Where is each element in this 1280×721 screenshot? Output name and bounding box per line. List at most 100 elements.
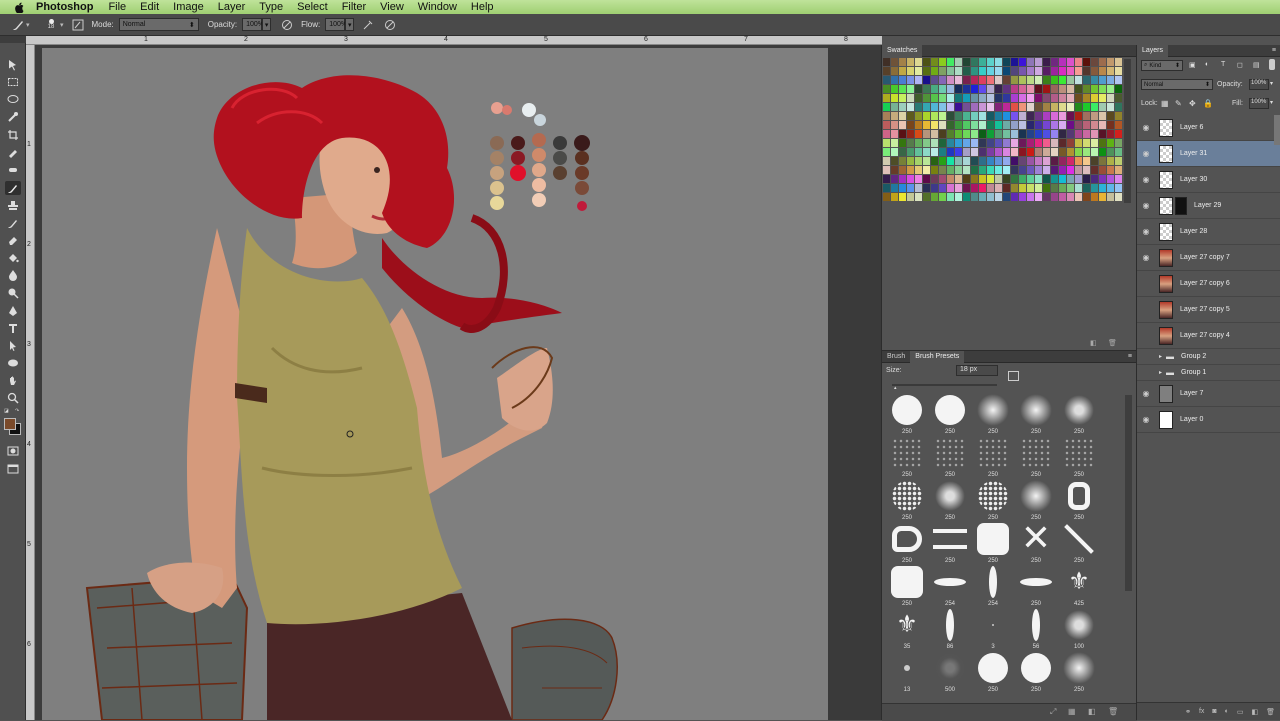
layer-row[interactable]: ◉ Layer 30 <box>1137 167 1280 193</box>
swatch-cell[interactable] <box>915 148 922 156</box>
swatch-cell[interactable] <box>1003 121 1010 129</box>
brush-panel-toggle-icon[interactable] <box>70 17 86 33</box>
swatch-cell[interactable] <box>979 76 986 84</box>
swatch-cell[interactable] <box>1075 121 1082 129</box>
swatches-panel-header[interactable]: Swatches <box>882 44 1136 57</box>
swatch-cell[interactable] <box>979 121 986 129</box>
layer-row[interactable]: ◉ Layer 31 <box>1137 141 1280 167</box>
swatch-cell[interactable] <box>1091 58 1098 66</box>
swatch-cell[interactable] <box>1035 184 1042 192</box>
swatch-cell[interactable] <box>1099 76 1106 84</box>
swatch-cell[interactable] <box>1011 85 1018 93</box>
swatch-cell[interactable] <box>1043 130 1050 138</box>
menu-type[interactable]: Type <box>252 1 290 13</box>
swatch-cell[interactable] <box>915 85 922 93</box>
swatch-cell[interactable] <box>955 121 962 129</box>
swatch-cell[interactable] <box>1011 157 1018 165</box>
swatch-cell[interactable] <box>995 94 1002 102</box>
swatch-cell[interactable] <box>947 157 954 165</box>
layer-row[interactable]: ◉ Layer 28 <box>1137 219 1280 245</box>
swatch-cell[interactable] <box>899 76 906 84</box>
layer-opacity-chevron-icon[interactable]: ▾ <box>1270 80 1273 87</box>
swatch-cell[interactable] <box>915 157 922 165</box>
swatch-cell[interactable] <box>955 94 962 102</box>
swatch-cell[interactable] <box>939 76 946 84</box>
swatch-cell[interactable] <box>883 76 890 84</box>
swatch-cell[interactable] <box>947 148 954 156</box>
swatch-cell[interactable] <box>987 157 994 165</box>
swatch-cell[interactable] <box>1051 157 1058 165</box>
swatch-cell[interactable] <box>1059 76 1066 84</box>
swatch-cell[interactable] <box>1027 184 1034 192</box>
swatch-cell[interactable] <box>1003 67 1010 75</box>
brush-preset[interactable]: 254 <box>972 563 1014 607</box>
swatch-cell[interactable] <box>1083 58 1090 66</box>
swatch-cell[interactable] <box>931 139 938 147</box>
swatch-cell[interactable] <box>1115 157 1122 165</box>
swatch-cell[interactable] <box>995 103 1002 111</box>
swatch-cell[interactable] <box>963 103 970 111</box>
swatch-cell[interactable] <box>1027 148 1034 156</box>
swatch-cell[interactable] <box>1059 139 1066 147</box>
swatch-cell[interactable] <box>963 130 970 138</box>
swatch-cell[interactable] <box>931 67 938 75</box>
swatch-cell[interactable] <box>1035 148 1042 156</box>
swatch-cell[interactable] <box>923 94 930 102</box>
lock-transparency-icon[interactable]: ▦ <box>1161 99 1169 108</box>
swatch-cell[interactable] <box>931 85 938 93</box>
swatch-cell[interactable] <box>915 58 922 66</box>
swatch-cell[interactable] <box>1043 94 1050 102</box>
swatch-cell[interactable] <box>1019 112 1026 120</box>
artwork-canvas[interactable] <box>42 48 828 720</box>
swatch-cell[interactable] <box>1067 58 1074 66</box>
swatch-cell[interactable] <box>1051 58 1058 66</box>
swatch-cell[interactable] <box>1051 130 1058 138</box>
swatch-cell[interactable] <box>963 67 970 75</box>
swatch-cell[interactable] <box>1035 193 1042 201</box>
vertical-ruler[interactable]: 1 2 3 4 5 6 <box>26 45 35 720</box>
swatch-cell[interactable] <box>1043 175 1050 183</box>
swatch-cell[interactable] <box>899 139 906 147</box>
swatch-cell[interactable] <box>1019 157 1026 165</box>
swatch-cell[interactable] <box>907 67 914 75</box>
swatch-cell[interactable] <box>971 130 978 138</box>
new-brush-icon[interactable]: ◧ <box>1088 707 1096 716</box>
quick-select-tool-icon[interactable] <box>5 110 21 124</box>
swatch-cell[interactable] <box>1115 112 1122 120</box>
swatch-cell[interactable] <box>1115 175 1122 183</box>
swatch-cell[interactable] <box>1099 58 1106 66</box>
swatch-cell[interactable] <box>955 175 962 183</box>
swatch-cell[interactable] <box>1091 193 1098 201</box>
swatch-cell[interactable] <box>1083 139 1090 147</box>
swatch-cell[interactable] <box>1075 175 1082 183</box>
swatch-cell[interactable] <box>1027 94 1034 102</box>
swatch-cell[interactable] <box>979 148 986 156</box>
swatch-cell[interactable] <box>995 166 1002 174</box>
swatch-cell[interactable] <box>1083 76 1090 84</box>
swatch-cell[interactable] <box>899 103 906 111</box>
lock-all-icon[interactable]: 🔒 <box>1203 99 1213 108</box>
swatch-cell[interactable] <box>947 121 954 129</box>
swatch-cell[interactable] <box>915 166 922 174</box>
brush-tool-icon[interactable] <box>5 181 21 195</box>
swatch-cell[interactable] <box>899 94 906 102</box>
swatch-cell[interactable] <box>1035 85 1042 93</box>
swatch-cell[interactable] <box>995 130 1002 138</box>
swatch-cell[interactable] <box>1115 67 1122 75</box>
swatch-cell[interactable] <box>1027 76 1034 84</box>
swatch-cell[interactable] <box>1051 166 1058 174</box>
swatch-cell[interactable] <box>1115 184 1122 192</box>
marquee-tool-icon[interactable] <box>5 75 21 89</box>
type-tool-icon[interactable] <box>5 321 21 335</box>
swatch-cell[interactable] <box>1003 58 1010 66</box>
swatch-cell[interactable] <box>915 94 922 102</box>
layer-filter-select[interactable]: ⌕ Kind ⬍ <box>1141 60 1183 71</box>
swatch-cell[interactable] <box>1091 112 1098 120</box>
menu-view[interactable]: View <box>373 1 411 13</box>
swatch-cell[interactable] <box>1027 103 1034 111</box>
swatch-cell[interactable] <box>1051 94 1058 102</box>
swatch-cell[interactable] <box>1067 67 1074 75</box>
swatch-cell[interactable] <box>1083 193 1090 201</box>
swatch-cell[interactable] <box>1019 58 1026 66</box>
swatch-cell[interactable] <box>1091 130 1098 138</box>
